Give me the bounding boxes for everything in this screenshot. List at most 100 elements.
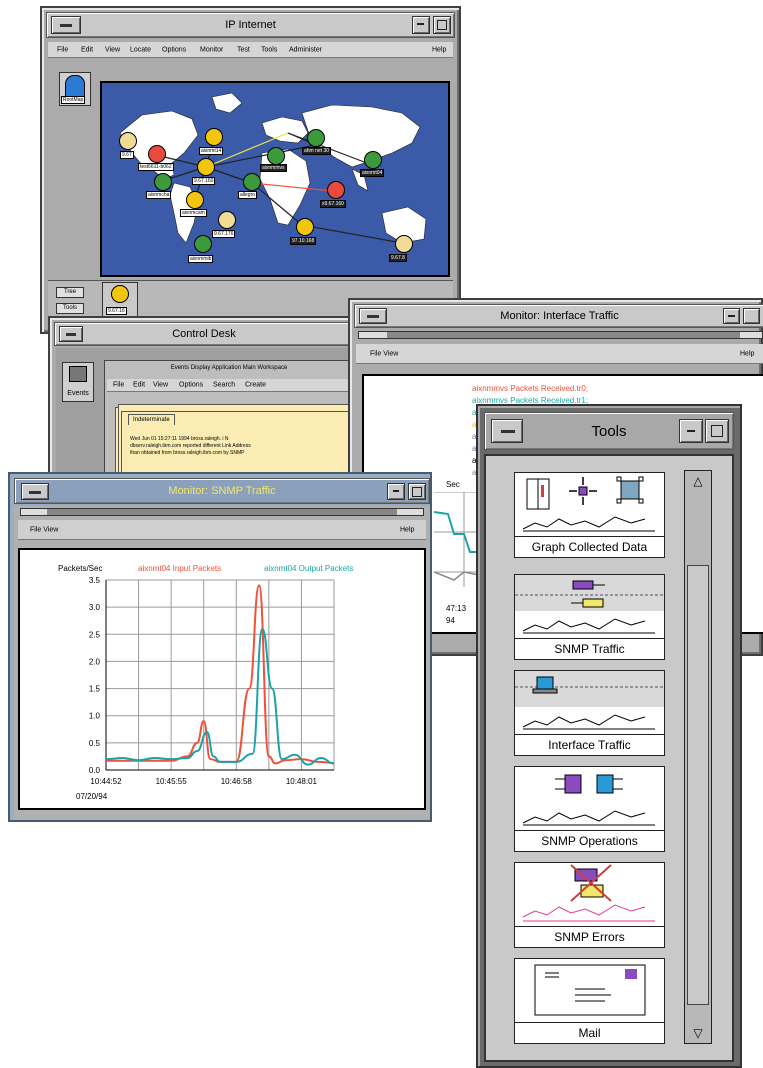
router-node-aixnmcha[interactable]: [154, 173, 172, 191]
snmp-title: Monitor: SNMP Traffic: [168, 485, 276, 497]
rootmap-button[interactable]: RootMap: [59, 72, 91, 106]
snmp-traffic-icon: [515, 575, 664, 634]
events-menu-options[interactable]: Options: [179, 382, 203, 389]
tools-button[interactable]: Tools: [56, 303, 84, 314]
router-node-9710168[interactable]: [296, 218, 314, 236]
map-label-test6611: test6611-b062: [138, 163, 174, 171]
menu-help[interactable]: Help: [432, 46, 446, 53]
tool-caption: SNMP Operations: [515, 830, 664, 851]
maximize-button[interactable]: [433, 16, 451, 34]
series-line-input: [106, 584, 335, 765]
router-node-allegro[interactable]: [243, 173, 261, 191]
events-workspace-title: Events Display Application Main Workspac…: [170, 365, 288, 371]
tool-graph-collected-data[interactable]: Graph Collected Data: [514, 472, 665, 558]
scroll-up-button[interactable]: △: [687, 473, 709, 489]
menu-options[interactable]: Options: [162, 46, 186, 53]
control-desk-titlebar[interactable]: Control Desk: [54, 322, 354, 346]
graph-collected-data-icon: [522, 476, 655, 532]
snmp-menu-help[interactable]: Help: [400, 526, 414, 533]
router-node-aixnmmib[interactable]: [194, 235, 212, 253]
map-label-967: 9.67: [120, 151, 134, 159]
tool-caption: Mail: [515, 1022, 664, 1043]
router-node-ahmnet30[interactable]: [307, 129, 325, 147]
map-label-967176: 9.67.176: [212, 230, 236, 238]
events-menu-edit[interactable]: Edit: [133, 382, 145, 389]
tool-snmp-traffic[interactable]: SNMP Traffic: [514, 574, 665, 660]
y-tick-label: 0.5: [89, 739, 101, 748]
control-desk-body: Events Events Display Application Main W…: [56, 348, 356, 477]
y-tick-label: 1.5: [89, 685, 101, 694]
maximize-button[interactable]: [408, 483, 426, 500]
snmp-errors-icon: [522, 864, 655, 922]
y-tick-label: 3.5: [89, 576, 101, 585]
tool-snmp-errors[interactable]: SNMP Errors: [514, 862, 665, 948]
event-card-line-3: than obtained from bross.raleigh.ibm.com…: [130, 450, 245, 456]
router-node-aixnmt14[interactable]: [205, 128, 223, 146]
router-node-9678[interactable]: [395, 235, 413, 253]
events-menu-file[interactable]: File: [113, 382, 124, 389]
map-label-aixnmcha: aixnmcha: [146, 191, 172, 199]
router-node-test6611[interactable]: [148, 145, 166, 163]
interface-menu-file-view[interactable]: File View: [370, 350, 398, 357]
router-node-aixnmcam[interactable]: [186, 191, 204, 209]
menu-test[interactable]: Test: [237, 46, 250, 53]
tree-button[interactable]: Tree: [56, 287, 84, 298]
network-map[interactable]: aixnmt14 9.67 test6611-b062 9.67.160 aix…: [100, 81, 450, 277]
tool-mail[interactable]: Mail: [514, 958, 665, 1044]
events-menu-create[interactable]: Create: [245, 382, 266, 389]
y-tick-label: 2.5: [89, 630, 101, 639]
router-node-aixnmt04[interactable]: [364, 151, 382, 169]
y-tick-label: 2.0: [89, 657, 101, 666]
maximize-button[interactable]: [743, 308, 760, 324]
interface-scrollbar[interactable]: [358, 331, 763, 339]
events-menubar: File Edit View Options Search Create: [107, 379, 353, 392]
minimize-button[interactable]: [723, 308, 740, 324]
tools-titlebar[interactable]: Tools: [484, 412, 734, 450]
scroll-thumb[interactable]: [687, 565, 709, 1005]
tool-snmp-operations[interactable]: SNMP Operations: [514, 766, 665, 852]
events-menu-view[interactable]: View: [153, 382, 168, 389]
menu-file[interactable]: File: [57, 46, 68, 53]
rootmap-label: RootMap: [61, 96, 86, 104]
menu-administer[interactable]: Administer: [289, 46, 322, 53]
events-button[interactable]: Events: [62, 362, 94, 402]
event-card[interactable]: Indeterminate Wed Jun 01 15:27:11 1994 b…: [121, 411, 353, 477]
bottom-node-button[interactable]: 9.67.16: [102, 282, 138, 318]
snmp-menu-file-view[interactable]: File View: [30, 526, 58, 533]
maximize-button[interactable]: [705, 419, 729, 443]
router-node-967160[interactable]: [197, 158, 215, 176]
y-tick-label: 1.0: [89, 712, 101, 721]
snmp-chart-frame: Packets/Sec aixnmt04 Input Packets aixnm…: [18, 548, 426, 810]
router-node-x967160[interactable]: [327, 181, 345, 199]
snmp-line-chart: 0.0 0.5 1.0 1.5 2.0 2.5 3.0 3.5 10:44:52 10:45:55…: [89, 576, 335, 786]
event-card-line-1: Wed Jun 01 15:27:11 1994 bross.raleigh. …: [130, 436, 229, 442]
map-label-aixnmt14: aixnmt14: [199, 147, 224, 155]
interface-titlebar[interactable]: Monitor: Interface Traffic: [354, 304, 763, 328]
menu-monitor[interactable]: Monitor: [200, 46, 223, 53]
tools-scrollbar[interactable]: △ ▽: [684, 470, 712, 1044]
minimize-button[interactable]: [412, 16, 430, 34]
tool-interface-traffic[interactable]: Interface Traffic: [514, 670, 665, 756]
scroll-down-button[interactable]: ▽: [687, 1025, 709, 1041]
minimize-button[interactable]: [387, 483, 405, 500]
menu-edit[interactable]: Edit: [81, 46, 93, 53]
router-icon: [111, 285, 129, 303]
router-node-aixnmmvs[interactable]: [267, 147, 285, 165]
menu-locate[interactable]: Locate: [130, 46, 151, 53]
interface-menu-help[interactable]: Help: [740, 350, 754, 357]
menu-tools[interactable]: Tools: [261, 46, 277, 53]
router-node-967[interactable]: [119, 132, 137, 150]
snmp-titlebar[interactable]: Monitor: SNMP Traffic: [14, 478, 430, 504]
map-label-x967160: x9.67.160: [320, 200, 346, 208]
events-label: Events: [67, 390, 89, 397]
snmp-scrollbar[interactable]: [20, 508, 424, 516]
menu-view[interactable]: View: [105, 46, 120, 53]
snmp-inner: File View Help Packets/Sec aixnmt04 Inpu…: [14, 506, 430, 820]
map-label-allegro: allegro: [238, 191, 258, 199]
router-node-967176[interactable]: [218, 211, 236, 229]
events-menu-search[interactable]: Search: [213, 382, 235, 389]
interface-time-label: 47:13: [446, 604, 467, 613]
minimize-button[interactable]: [679, 419, 703, 443]
x-tick-label: 10:44:52: [90, 777, 122, 786]
ip-internet-titlebar[interactable]: IP Internet: [46, 12, 455, 38]
